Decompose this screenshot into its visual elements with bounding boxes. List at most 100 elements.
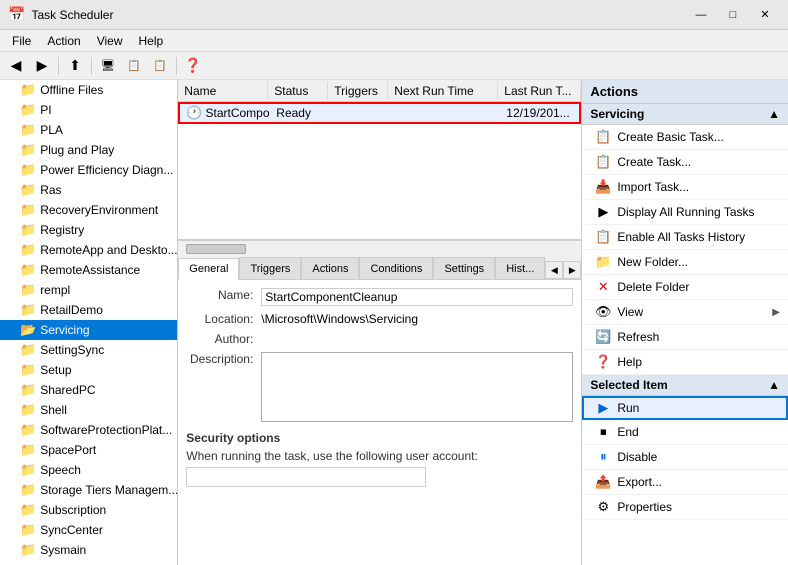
toolbar-help[interactable]: ❓ <box>181 55 205 77</box>
action-display-running[interactable]: ▶ Display All Running Tasks <box>582 200 788 225</box>
minimize-button[interactable]: — <box>686 5 716 25</box>
folder-icon: 📁 <box>20 262 36 278</box>
action-new-folder[interactable]: 📁 New Folder... <box>582 250 788 275</box>
folder-icon: 📁 <box>20 202 36 218</box>
menu-file[interactable]: File <box>4 32 39 50</box>
tab-actions[interactable]: Actions <box>301 257 359 279</box>
sidebar-item-registry[interactable]: 📁 Registry <box>0 220 177 240</box>
help-icon: ❓ <box>594 353 612 371</box>
sidebar-item-sync-center[interactable]: 📁 SyncCenter <box>0 520 177 540</box>
description-value[interactable] <box>261 352 573 425</box>
tab-conditions[interactable]: Conditions <box>359 257 433 279</box>
sidebar-item-power-efficiency[interactable]: 📁 Power Efficiency Diagn... <box>0 160 177 180</box>
action-properties[interactable]: ⚙ Properties <box>582 495 788 520</box>
action-create-task[interactable]: 📋 Create Task... <box>582 150 788 175</box>
sidebar-item-label: Registry <box>40 223 84 237</box>
display-running-icon: ▶ <box>594 203 612 221</box>
sidebar-item-spaceport[interactable]: 📁 SpacePort <box>0 440 177 460</box>
sidebar-item-setup[interactable]: 📁 Setup <box>0 360 177 380</box>
task-row[interactable]: 🕐 StartCompo... Ready 12/19/201... <box>178 102 581 124</box>
tab-history[interactable]: Hist... <box>495 257 545 279</box>
col-header-nextrun[interactable]: Next Run Time <box>388 82 498 100</box>
sidebar-item-remote-assistance[interactable]: 📁 RemoteAssistance <box>0 260 177 280</box>
export-icon: 📤 <box>594 473 612 491</box>
sidebar-item-servicing[interactable]: 📂 Servicing <box>0 320 177 340</box>
task-list-scrollbar[interactable] <box>178 240 581 256</box>
toolbar-up[interactable]: ⬆ <box>63 55 87 77</box>
toolbar-forward[interactable]: ▶ <box>30 55 54 77</box>
sidebar-item-setting-sync[interactable]: 📁 SettingSync <box>0 340 177 360</box>
sidebar-item-plug-and-play[interactable]: 📁 Plug and Play <box>0 140 177 160</box>
sidebar-item-label: PI <box>40 103 51 117</box>
action-enable-history[interactable]: 📋 Enable All Tasks History <box>582 225 788 250</box>
task-nextrun-cell <box>390 112 500 114</box>
sidebar-item-pi[interactable]: 📁 PI <box>0 100 177 120</box>
task-name-cell: 🕐 StartCompo... <box>180 104 270 122</box>
action-label: Refresh <box>617 330 780 344</box>
action-help-servicing[interactable]: ❓ Help <box>582 350 788 375</box>
folder-icon: 📁 <box>20 122 36 138</box>
name-input[interactable] <box>261 288 573 306</box>
sidebar-item-storage-tiers[interactable]: 📁 Storage Tiers Managem... <box>0 480 177 500</box>
col-header-lastrun[interactable]: Last Run T... <box>498 82 581 100</box>
action-disable[interactable]: ⏸ Disable <box>582 445 788 470</box>
description-textarea[interactable] <box>261 352 573 422</box>
sidebar-item-pla[interactable]: 📁 PLA <box>0 120 177 140</box>
sidebar-item-shell[interactable]: 📁 Shell <box>0 400 177 420</box>
sidebar-item-offline-files[interactable]: 📁 Offline Files <box>0 80 177 100</box>
sidebar-item-label: RetailDemo <box>40 303 103 317</box>
toolbar-show-hide[interactable]: 🖥 <box>96 55 120 77</box>
scrollbar-thumb[interactable] <box>186 244 246 254</box>
task-list[interactable]: Name Status Triggers Next Run Time Last … <box>178 80 581 240</box>
action-end[interactable]: ⏹ End <box>582 420 788 445</box>
toolbar-export[interactable]: 📋 <box>148 55 172 77</box>
sidebar-item-label: RemoteAssistance <box>40 263 140 277</box>
sidebar-item-recovery-environment[interactable]: 📁 RecoveryEnvironment <box>0 200 177 220</box>
sidebar-item-label: Storage Tiers Managem... <box>40 483 177 497</box>
location-value: \Microsoft\Windows\Servicing <box>261 312 573 326</box>
servicing-section-header[interactable]: Servicing ▲ <box>582 104 788 125</box>
sidebar-item-label: Shell <box>40 403 67 417</box>
toolbar-back[interactable]: ◀ <box>4 55 28 77</box>
right-panel: Actions Servicing ▲ 📋 Create Basic Task.… <box>582 80 788 565</box>
selected-item-section-header[interactable]: Selected Item ▲ <box>582 375 788 396</box>
menu-action[interactable]: Action <box>39 32 88 50</box>
action-view[interactable]: 👁 View ▶ <box>582 300 788 325</box>
action-run[interactable]: ▶ Run <box>582 396 788 420</box>
sidebar-item-rempl[interactable]: 📁 rempl <box>0 280 177 300</box>
title-bar-text: Task Scheduler <box>31 8 686 22</box>
tab-nav-left[interactable]: ◀ <box>545 261 563 279</box>
action-label: View <box>617 305 772 319</box>
sidebar-item-sysmain[interactable]: 📁 Sysmain <box>0 540 177 560</box>
tab-general[interactable]: General <box>178 258 239 280</box>
sidebar-item-shared-pc[interactable]: 📁 SharedPC <box>0 380 177 400</box>
action-export[interactable]: 📤 Export... <box>582 470 788 495</box>
action-import-task[interactable]: 📥 Import Task... <box>582 175 788 200</box>
menu-view[interactable]: View <box>89 32 131 50</box>
detail-content: Name: Location: \Microsoft\Windows\Servi… <box>178 280 581 565</box>
menu-bar: File Action View Help <box>0 30 788 52</box>
task-name: StartCompo... <box>205 106 270 120</box>
sidebar-item-remoteapp[interactable]: 📁 RemoteApp and Deskto... <box>0 240 177 260</box>
tab-settings[interactable]: Settings <box>433 257 495 279</box>
col-header-triggers[interactable]: Triggers <box>328 82 388 100</box>
sidebar-item-software-protection[interactable]: 📁 SoftwareProtectionPlat... <box>0 420 177 440</box>
action-refresh[interactable]: 🔄 Refresh <box>582 325 788 350</box>
sidebar-item-subscription[interactable]: 📁 Subscription <box>0 500 177 520</box>
tab-nav-right[interactable]: ▶ <box>563 261 581 279</box>
close-button[interactable]: ✕ <box>750 5 780 25</box>
action-delete-folder[interactable]: ✕ Delete Folder <box>582 275 788 300</box>
col-header-status[interactable]: Status <box>268 82 328 100</box>
sidebar-item-ras[interactable]: 📁 Ras <box>0 180 177 200</box>
security-user-input[interactable] <box>186 467 426 487</box>
toolbar-properties[interactable]: 📋 <box>122 55 146 77</box>
sidebar-item-label: rempl <box>40 283 70 297</box>
maximize-button[interactable]: □ <box>718 5 748 25</box>
col-header-name[interactable]: Name <box>178 82 268 100</box>
tab-triggers[interactable]: Triggers <box>239 257 301 279</box>
menu-help[interactable]: Help <box>131 32 172 50</box>
sidebar-item-speech[interactable]: 📁 Speech <box>0 460 177 480</box>
task-status-cell: Ready <box>270 105 330 121</box>
action-create-basic-task[interactable]: 📋 Create Basic Task... <box>582 125 788 150</box>
sidebar-item-retail-demo[interactable]: 📁 RetailDemo <box>0 300 177 320</box>
